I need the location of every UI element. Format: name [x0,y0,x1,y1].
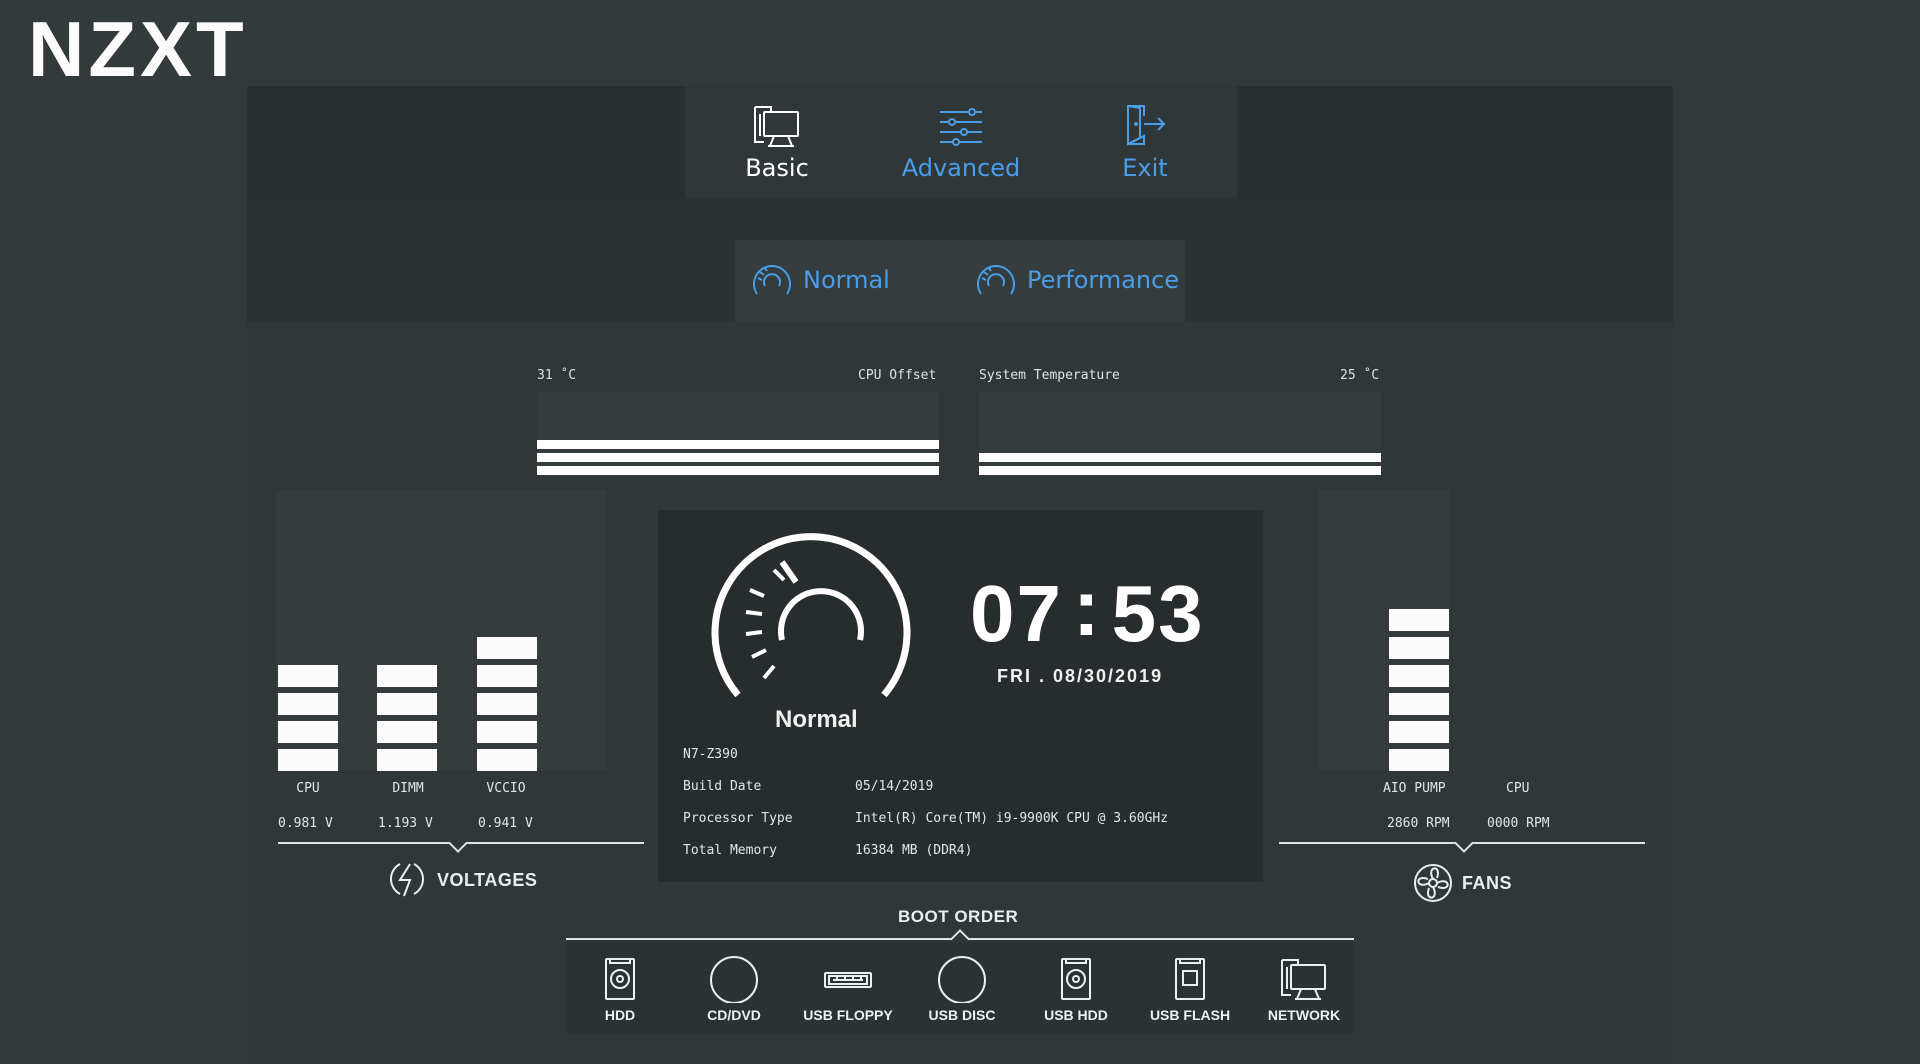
level-segment [377,693,437,715]
level-segment [1389,609,1449,631]
nzxt-logo: NZXT [28,5,248,93]
usb-floppy-icon [824,972,872,988]
level-segment [278,693,338,715]
level-segment [477,665,537,687]
voltage-vccio-value: 0.941 V [478,816,533,831]
boot-order-title: BOOT ORDER [898,907,1019,926]
info-key-processor: Processor Type [683,811,793,826]
boot-item-usb-floppy[interactable]: USB FLOPPY [793,955,903,1023]
tab-basic-label: Basic [745,154,809,182]
boot-item-label: HDD [604,1007,636,1023]
level-segment [278,721,338,743]
mode-performance-button[interactable]: Performance [971,256,1181,306]
level-segment [477,749,537,771]
level-segment [477,721,537,743]
cpu-temp-graph [537,392,939,476]
system-temp-value: 25 ˚C [1340,368,1380,383]
topbar-right-spacer [1237,86,1673,198]
fan-aio-pump-label: AIO PUMP [1383,781,1446,796]
voltage-dimm-label: DIMM [392,781,424,796]
level-segment [377,721,437,743]
voltage-cpu-value: 0.981 V [278,816,333,831]
level-segment [1389,637,1449,659]
tab-advanced[interactable]: Advanced [869,86,1053,198]
exit-door-icon [1127,104,1166,146]
mode-normal-label: Normal [803,266,890,294]
level-segment [1389,693,1449,715]
hdd-icon [605,958,635,1000]
boot-item-network[interactable]: NETWORK [1249,955,1359,1023]
boot-item-cd-dvd[interactable]: CD/DVD [679,955,789,1023]
usb-hdd-icon [1061,958,1091,1000]
gauge-icon [977,265,1015,295]
usb-flash-icon [1175,958,1205,1000]
level-segment [477,693,537,715]
clock: 07:53 [970,563,1205,658]
boot-item-hdd[interactable]: HDD [565,955,675,1023]
motherboard-model: N7-Z390 [683,747,738,762]
voltages-title: VOLTAGES [437,870,538,890]
level-segment [377,749,437,771]
fans-title: FANS [1462,873,1513,893]
info-key-memory: Total Memory [683,843,777,858]
boot-item-usb-flash[interactable]: USB FLASH [1135,955,1245,1023]
level-segment [278,665,338,687]
cpu-temp-value: 31 ˚C [537,368,577,383]
level-segment [377,665,437,687]
gauge-mode-label: Normal [775,706,858,733]
gauge-icon [753,265,791,295]
tab-basic[interactable]: Basic [685,86,869,198]
system-temp-graph [979,392,1381,476]
cpu-temp-bar [537,440,939,449]
boot-item-label: NETWORK [1267,1007,1341,1023]
boot-item-label: USB FLOPPY [803,1007,893,1023]
fan-cpu-value: 0000 RPM [1487,816,1550,831]
voltage-dimm-value: 1.193 V [378,816,433,831]
mode-performance-label: Performance [1027,266,1180,294]
boot-item-label: CD/DVD [707,1007,761,1023]
info-value-memory: 16384 MB (DDR4) [855,843,973,858]
topbar-left-spacer [247,86,685,198]
disc-icon [710,956,758,1003]
level-segment [477,637,537,659]
boot-item-label: USB FLASH [1149,1007,1231,1023]
boot-item-usb-hdd[interactable]: USB HDD [1021,955,1131,1023]
tab-advanced-label: Advanced [901,154,1021,182]
cpu-temp-bar [537,453,939,462]
system-temp-bar [979,466,1381,475]
boot-item-label: USB DISC [928,1007,996,1023]
level-segment [278,749,338,771]
fan-cpu-label: CPU [1506,781,1530,796]
tab-exit[interactable]: Exit [1053,86,1237,198]
info-key-build-date: Build Date [683,779,762,794]
clock-hours: 07 [970,569,1063,658]
clock-minutes: 53 [1111,569,1205,658]
voltage-vccio-label: VCCIO [486,781,526,796]
system-temp-bar [979,453,1381,462]
sliders-icon [940,108,982,146]
date: FRI . 08/30/2019 [997,666,1164,686]
system-temp-label: System Temperature [979,368,1120,383]
mode-tabs: Normal Performance [735,240,1185,322]
fan-icon [1414,864,1452,902]
cpu-temp-bar [537,466,939,475]
lightning-icon [390,863,424,897]
info-value-build-date: 05/14/2019 [855,779,934,794]
voltage-cpu-label: CPU [296,781,320,796]
mode-normal-button[interactable]: Normal [747,256,907,306]
info-value-processor: Intel(R) Core(TM) i9-9900K CPU @ 3.60GHz [855,811,1169,826]
disc-icon [938,956,986,1003]
level-segment [1389,665,1449,687]
top-nav: Basic Advanced Exit [685,86,1237,198]
level-segment [1389,749,1449,771]
cpu-offset-label: CPU Offset [858,368,937,383]
boot-item-usb-disc[interactable]: USB DISC [907,955,1017,1023]
monitor-icon [754,106,799,147]
network-icon [1281,959,1326,1000]
tab-exit-label: Exit [1122,154,1168,182]
level-segment [1389,721,1449,743]
speed-gauge [711,533,911,698]
boot-item-label: USB HDD [1044,1007,1108,1023]
fan-aio-pump-value: 2860 RPM [1387,816,1450,831]
